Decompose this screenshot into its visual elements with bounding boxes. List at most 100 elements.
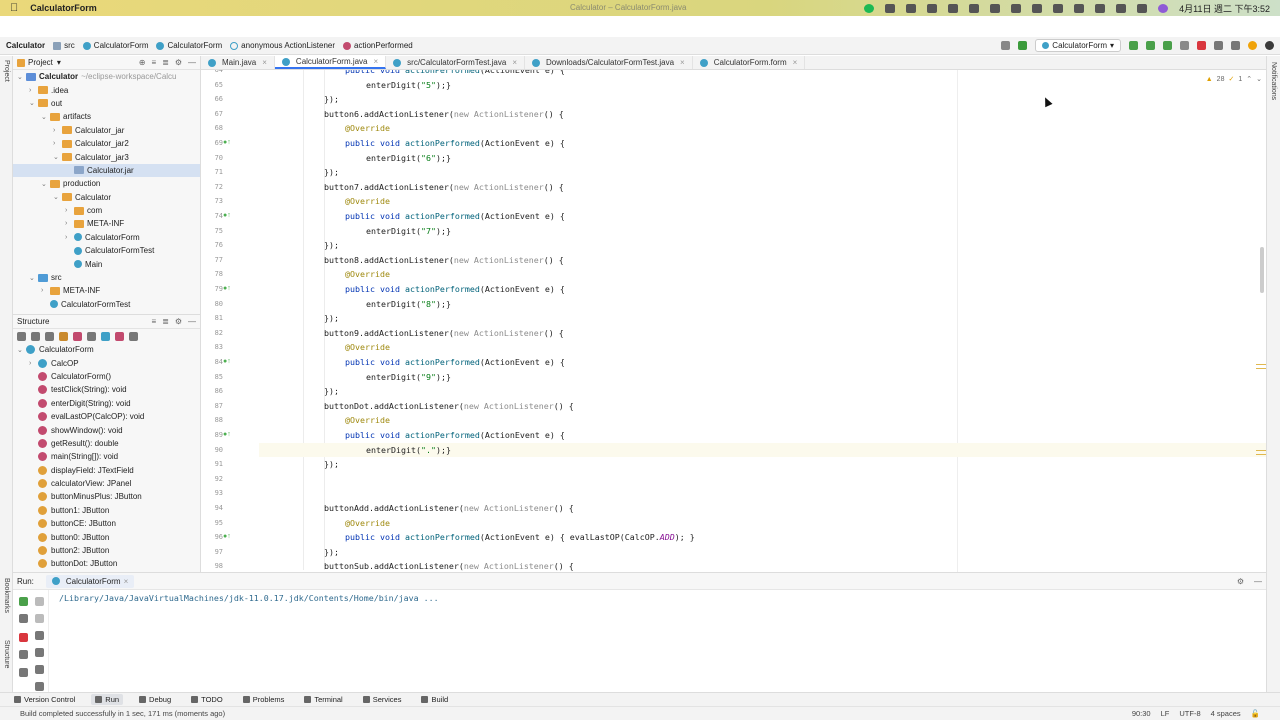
- stop-icon[interactable]: [1197, 41, 1206, 50]
- chevron-down-icon[interactable]: ⌄: [1256, 75, 1262, 83]
- tree-item[interactable]: › META-INF: [13, 284, 200, 297]
- user-icon[interactable]: [1001, 41, 1011, 50]
- sort-alpha-icon[interactable]: [17, 331, 26, 341]
- chevron-right-icon[interactable]: ›: [41, 287, 50, 294]
- window-icon[interactable]: [927, 3, 938, 13]
- show-methods-icon[interactable]: [73, 331, 82, 341]
- indent-setting[interactable]: 4 spaces: [1211, 709, 1241, 718]
- code-line[interactable]: public void actionPerformed(ActionEvent …: [259, 282, 1266, 297]
- collapse-all-icon[interactable]: ≣: [162, 58, 169, 67]
- code-line[interactable]: });: [259, 311, 1266, 326]
- tool-window-debug[interactable]: Debug: [135, 694, 175, 705]
- override-gutter-icon[interactable]: ●↑: [223, 533, 233, 541]
- app-menu-name[interactable]: CalculatorForm: [30, 3, 97, 13]
- structure-item[interactable]: enterDigit(String): void: [13, 397, 200, 410]
- editor-tab[interactable]: Downloads/CalculatorFormTest.java ×: [525, 56, 693, 69]
- input-method-icon[interactable]: [1011, 3, 1022, 13]
- exit-icon[interactable]: [19, 668, 28, 677]
- show-fields-icon[interactable]: [59, 331, 68, 341]
- close-icon[interactable]: ×: [793, 58, 798, 67]
- structure-item[interactable]: testClick(String): void: [13, 383, 200, 396]
- line-separator[interactable]: LF: [1161, 709, 1170, 718]
- expand-all-icon[interactable]: ≡: [151, 58, 156, 67]
- code-line[interactable]: @Override: [259, 194, 1266, 209]
- breadcrumb-project[interactable]: Calculator: [6, 41, 45, 50]
- tree-item[interactable]: ⌄ production: [13, 177, 200, 190]
- structure-item[interactable]: CalculatorForm(): [13, 370, 200, 383]
- gear-icon[interactable]: ⚙: [175, 317, 182, 326]
- rerun-icon[interactable]: [19, 597, 28, 606]
- cloud-icon[interactable]: [885, 3, 896, 13]
- tree-item[interactable]: › .idea: [13, 83, 200, 96]
- chevron-right-icon[interactable]: ›: [29, 87, 38, 94]
- bluetooth-icon[interactable]: [1053, 3, 1064, 13]
- code-line[interactable]: @Override: [259, 413, 1266, 428]
- code-line[interactable]: enterDigit("5");}: [259, 78, 1266, 93]
- structure-item[interactable]: showWindow(): void: [13, 423, 200, 436]
- override-gutter-icon[interactable]: ●↑: [223, 431, 233, 439]
- tree-item[interactable]: ⌄ artifacts: [13, 110, 200, 123]
- volume-icon[interactable]: [1032, 3, 1043, 13]
- code-line[interactable]: [259, 472, 1266, 487]
- editor-gutter[interactable]: 64 65 66 67 68 69 ●↑ 70 71 72 73 74 ●↑ 75 76 77 78 79 ●↑ 80…: [201, 70, 272, 572]
- search-icon[interactable]: [1116, 3, 1127, 13]
- breadcrumb-class[interactable]: CalculatorForm: [156, 41, 222, 50]
- chevron-down-icon[interactable]: ⌄: [29, 99, 38, 107]
- chevron-down-icon[interactable]: ⌄: [41, 180, 50, 188]
- run-configuration-select[interactable]: CalculatorForm ▾: [1035, 39, 1121, 52]
- wrench-icon[interactable]: [19, 614, 28, 623]
- close-icon[interactable]: ×: [374, 57, 379, 66]
- run-tab-calculatorform[interactable]: CalculatorForm ×: [45, 574, 135, 588]
- spotify-icon[interactable]: [864, 3, 875, 13]
- rerun-icon[interactable]: [1129, 41, 1138, 50]
- tree-item[interactable]: › META-INF: [13, 217, 200, 230]
- tool-window-services[interactable]: Services: [359, 694, 406, 705]
- trash-icon[interactable]: [35, 682, 44, 691]
- structure-item[interactable]: buttonDot: JButton: [13, 557, 200, 570]
- code-line[interactable]: });: [259, 457, 1266, 472]
- inspection-widget[interactable]: ▲ 28 ✓ 1 ⌃ ⌄: [1206, 75, 1262, 84]
- gear-icon[interactable]: ⚙: [175, 58, 182, 67]
- chevron-up-icon[interactable]: ⌃: [1246, 75, 1252, 83]
- chevron-right-icon[interactable]: ›: [65, 234, 74, 241]
- code-line[interactable]: button6.addActionListener(new ActionList…: [259, 107, 1266, 122]
- hide-icon[interactable]: —: [188, 58, 196, 67]
- code-line[interactable]: public void actionPerformed(ActionEvent …: [259, 136, 1266, 151]
- console-output[interactable]: /Library/Java/JavaVirtualMachines/jdk-11…: [59, 593, 439, 603]
- tree-item[interactable]: › Calculator_jar2: [13, 137, 200, 150]
- code-line[interactable]: buttonAdd.addActionListener(new ActionLi…: [259, 501, 1266, 516]
- structure-tool-button[interactable]: Structure: [3, 640, 10, 668]
- code-line[interactable]: enterDigit("9");}: [259, 370, 1266, 385]
- profile-icon[interactable]: [1180, 41, 1189, 50]
- structure-item[interactable]: main(String[]): void: [13, 450, 200, 463]
- tree-item[interactable]: ⌄ Calculator: [13, 191, 200, 204]
- code-editor[interactable]: 64 65 66 67 68 69 ●↑ 70 71 72 73 74 ●↑ 75 76 77 78 79 ●↑ 80…: [201, 70, 1266, 572]
- close-icon[interactable]: ×: [680, 58, 685, 67]
- code-area[interactable]: public void actionPerformed(ActionEvent …: [259, 70, 1266, 572]
- close-icon[interactable]: ×: [262, 58, 267, 67]
- code-line[interactable]: });: [259, 545, 1266, 560]
- override-gutter-icon[interactable]: ●↑: [223, 139, 233, 147]
- structure-item[interactable]: evalLastOP(CalcOP): void: [13, 410, 200, 423]
- code-line[interactable]: public void actionPerformed(ActionEvent …: [259, 209, 1266, 224]
- error-stripe-mark[interactable]: [1256, 368, 1266, 369]
- scroll-up-icon[interactable]: [35, 597, 44, 606]
- play-icon[interactable]: [969, 3, 980, 13]
- display-icon[interactable]: [990, 3, 1001, 13]
- control-center-icon[interactable]: [1137, 3, 1148, 13]
- structure-item[interactable]: › CalcOP: [13, 356, 200, 369]
- code-line[interactable]: [259, 486, 1266, 501]
- notifications-tool-button[interactable]: Notifications: [1270, 62, 1277, 100]
- close-icon[interactable]: ×: [124, 577, 129, 586]
- error-stripe-mark[interactable]: [1256, 364, 1266, 365]
- chevron-right-icon[interactable]: ›: [29, 360, 38, 367]
- tree-item[interactable]: › CalculatorForm: [13, 231, 200, 244]
- tree-item[interactable]: ⌄ out: [13, 97, 200, 110]
- inherited-icon[interactable]: [87, 331, 96, 341]
- error-stripe-mark[interactable]: [1256, 454, 1266, 455]
- tree-item[interactable]: › Calculator_jar: [13, 124, 200, 137]
- file-encoding[interactable]: UTF-8: [1179, 709, 1200, 718]
- code-line[interactable]: button9.addActionListener(new ActionList…: [259, 326, 1266, 341]
- tool-window-version-control[interactable]: Version Control: [10, 694, 79, 705]
- clipboard-icon[interactable]: [948, 3, 959, 13]
